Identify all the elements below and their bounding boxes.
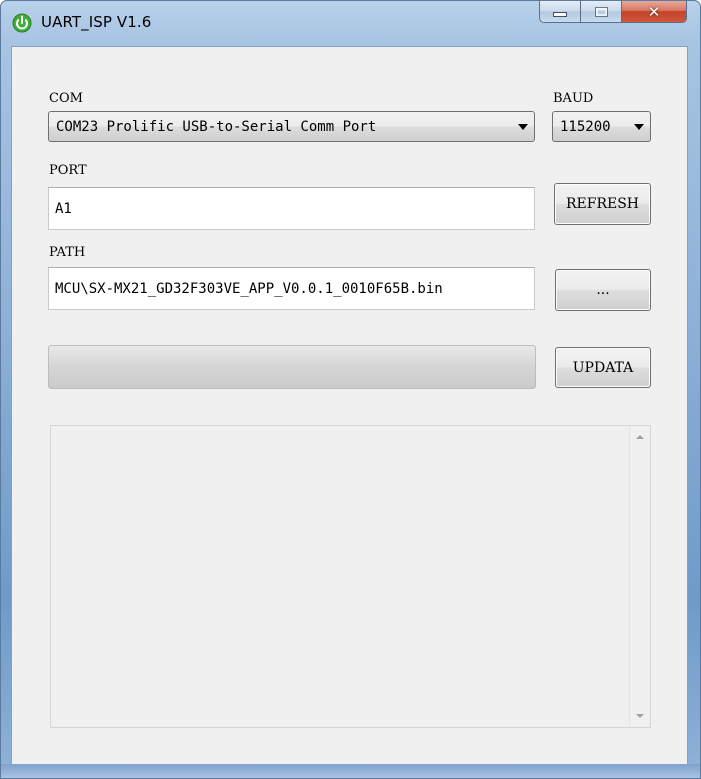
window-title: UART_ISP V1.6	[41, 13, 152, 31]
maximize-button[interactable]	[580, 1, 622, 23]
scroll-down-button[interactable]	[630, 707, 650, 725]
refresh-button-label: REFRESH	[565, 196, 640, 212]
scroll-up-button[interactable]	[630, 428, 650, 446]
window-bottom-frame	[1, 764, 700, 778]
chevron-up-icon	[636, 435, 644, 439]
update-button[interactable]: UPDATA	[555, 347, 651, 388]
browse-button-label: ...	[596, 282, 610, 298]
log-scrollbar[interactable]	[629, 426, 650, 727]
port-input-value: A1	[55, 200, 72, 217]
chevron-down-icon	[634, 123, 644, 130]
app-window: UART_ISP V1.6 ✕ COM COM23 Prolific USB-t…	[0, 0, 701, 779]
port-label: PORT	[49, 163, 87, 178]
chevron-down-icon	[636, 714, 644, 718]
close-button[interactable]: ✕	[621, 1, 687, 23]
title-bar[interactable]: UART_ISP V1.6 ✕	[1, 1, 700, 45]
path-input-value: MCU\SX-MX21_GD32F303VE_APP_V0.0.1_0010F6…	[55, 280, 443, 297]
maximize-icon	[594, 6, 608, 17]
com-select-value: COM23 Prolific USB-to-Serial Comm Port	[56, 118, 377, 135]
com-select[interactable]: COM23 Prolific USB-to-Serial Comm Port	[48, 111, 535, 142]
log-textarea[interactable]	[50, 425, 651, 728]
path-label: PATH	[49, 245, 86, 260]
close-icon: ✕	[647, 2, 661, 21]
path-input[interactable]: MCU\SX-MX21_GD32F303VE_APP_V0.0.1_0010F6…	[48, 267, 535, 310]
client-area: COM COM23 Prolific USB-to-Serial Comm Po…	[11, 46, 688, 765]
com-label: COM	[49, 91, 83, 106]
refresh-button[interactable]: REFRESH	[554, 183, 651, 225]
minimize-button[interactable]	[539, 1, 581, 23]
minimize-icon	[553, 12, 567, 17]
port-input[interactable]: A1	[48, 187, 535, 230]
power-icon	[12, 13, 32, 33]
baud-select-value: 115200	[560, 118, 611, 135]
progress-bar	[48, 345, 536, 389]
baud-label: BAUD	[553, 91, 594, 106]
baud-select[interactable]: 115200	[552, 111, 651, 142]
chevron-down-icon	[518, 123, 528, 130]
update-button-label: UPDATA	[572, 359, 634, 376]
browse-button[interactable]: ...	[555, 269, 651, 311]
